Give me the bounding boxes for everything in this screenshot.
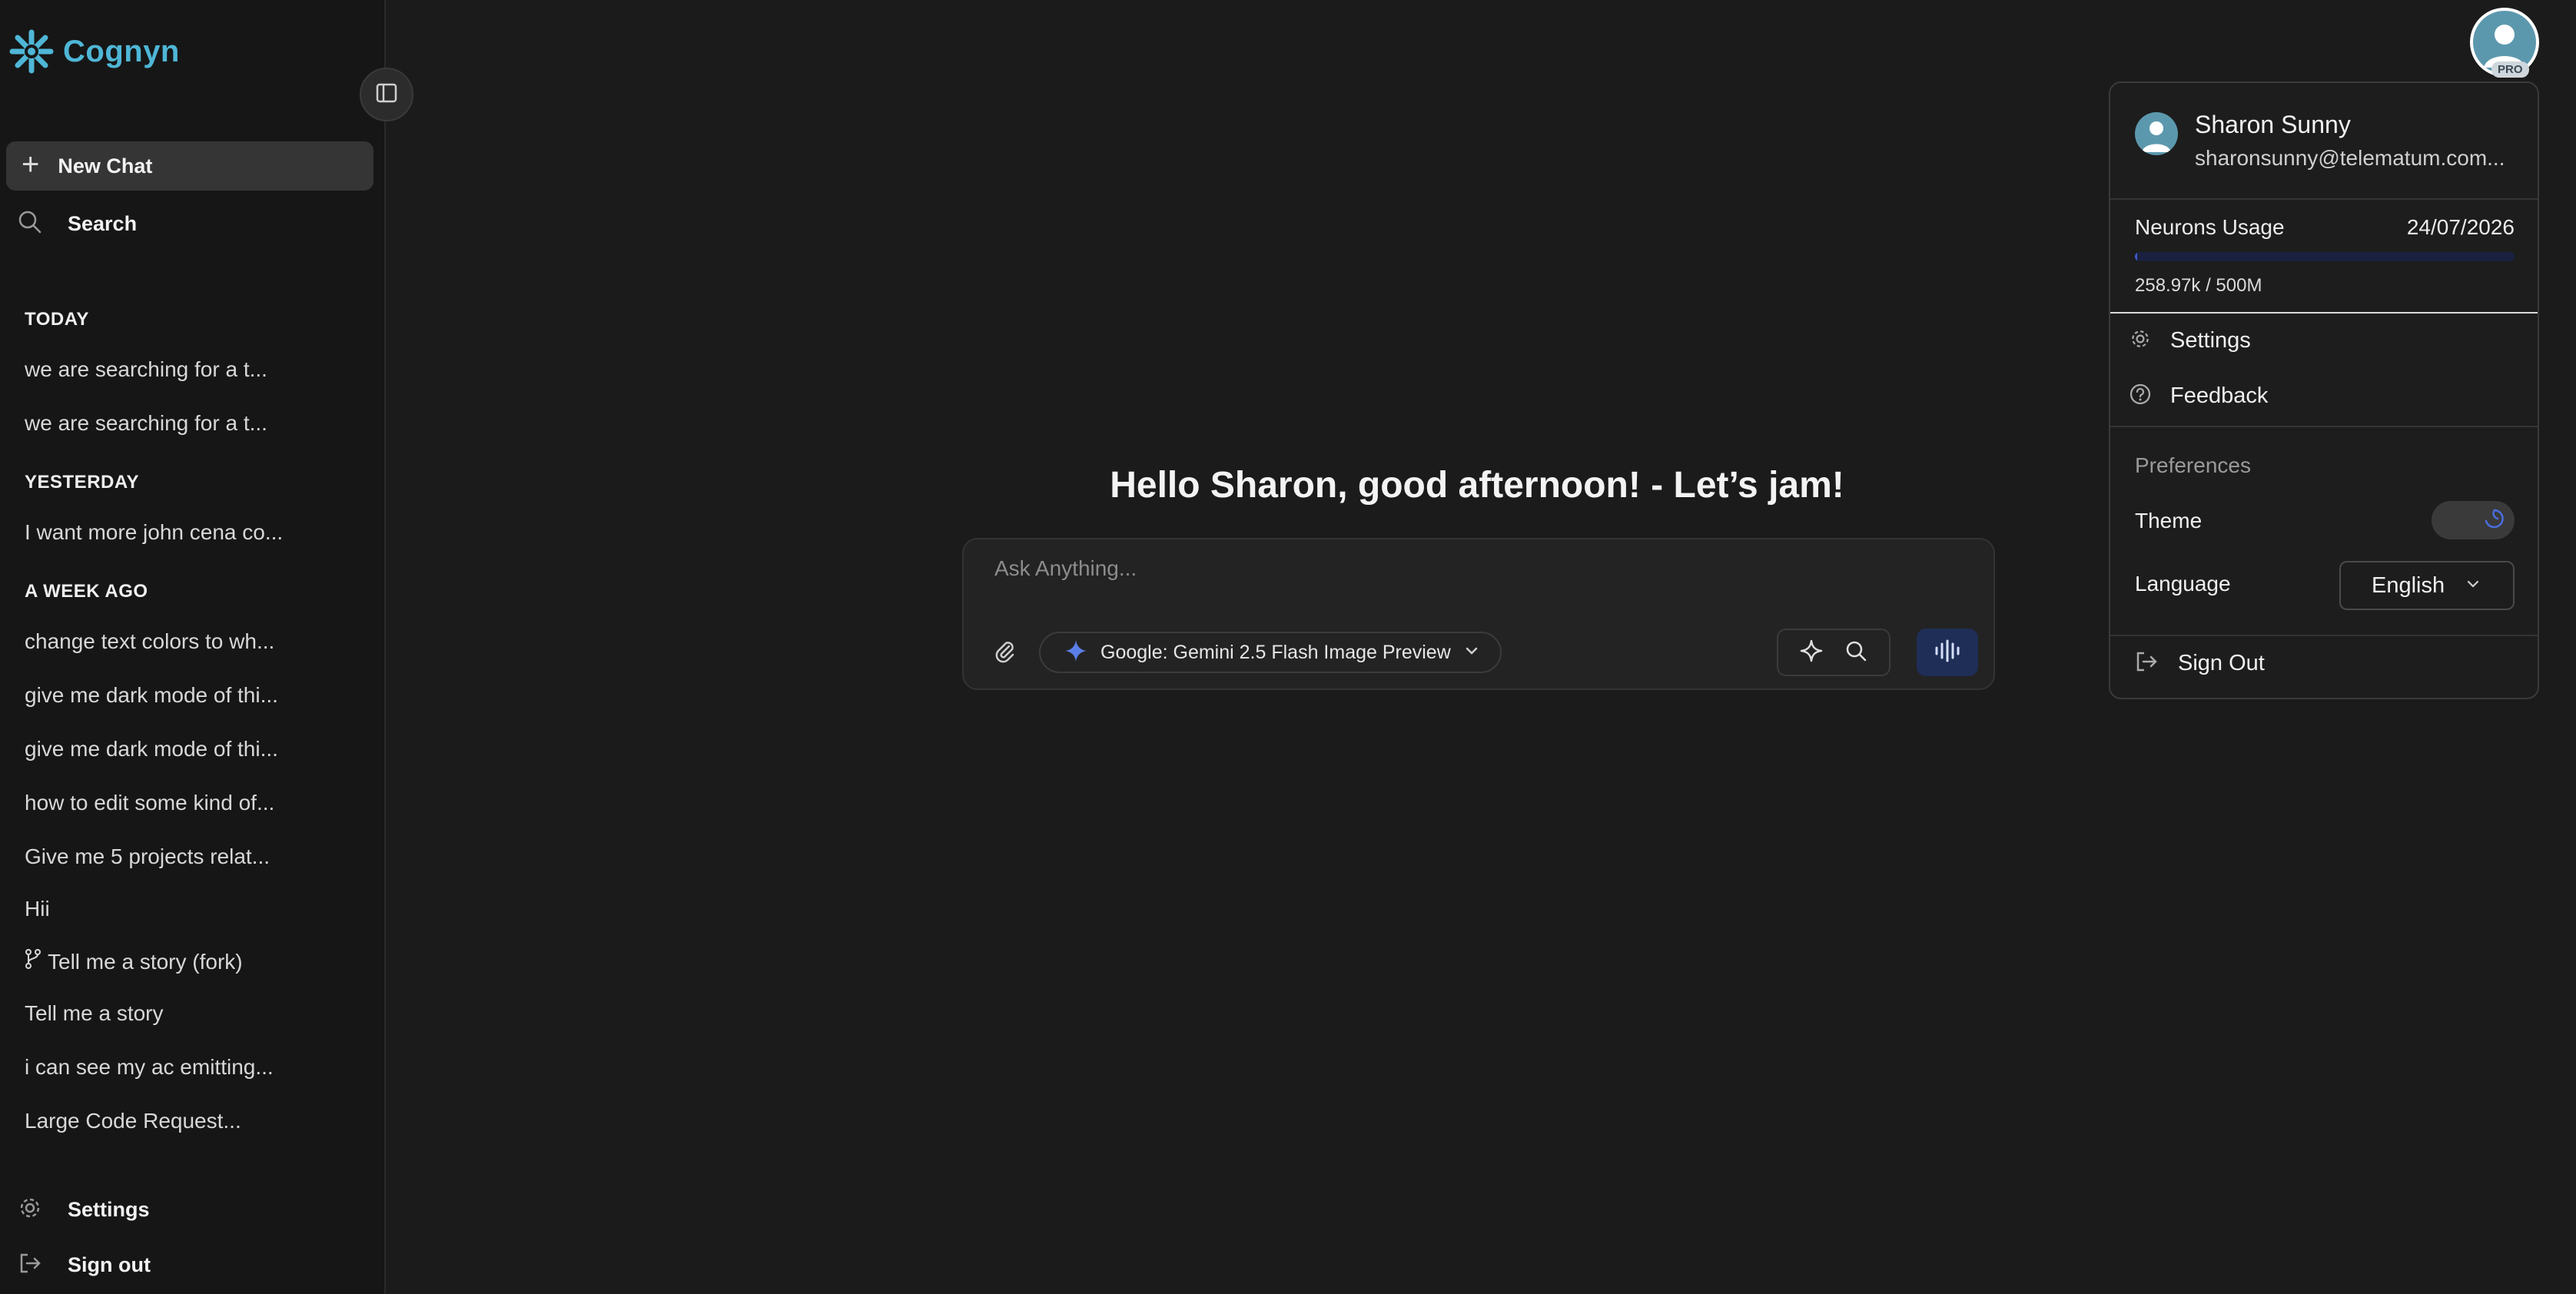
chat-item[interactable]: Large Code Request... (25, 1109, 241, 1133)
usage-value: 258.97k / 500M (2135, 275, 2262, 296)
tool-group (1777, 629, 1891, 676)
help-circle-icon (2129, 383, 2152, 410)
brand[interactable]: Cognyn (8, 28, 180, 75)
greeting-heading: Hello Sharon, good afternoon! - Let’s ja… (1110, 465, 1844, 506)
new-chat-label: New Chat (58, 154, 153, 178)
account-avatar-button[interactable]: PRO (2470, 8, 2539, 78)
chat-item[interactable]: how to edit some kind of... (25, 791, 274, 815)
paperclip-icon[interactable] (991, 638, 1017, 668)
menu-sign-out-label: Sign Out (2178, 651, 2265, 675)
settings-label: Settings (68, 1198, 150, 1221)
model-select-label: Google: Gemini 2.5 Flash Image Preview (1100, 641, 1451, 663)
chat-item[interactable]: i can see my ac emitting... (25, 1055, 274, 1080)
sidebar-panel-icon (375, 81, 398, 108)
chat-item[interactable]: give me dark mode of thi... (25, 737, 278, 761)
composer: Google: Gemini 2.5 Flash Image Preview (962, 538, 1995, 690)
brand-name: Cognyn (63, 34, 180, 68)
menu-settings-button[interactable]: Settings (2129, 327, 2251, 354)
language-label: Language (2135, 572, 2231, 596)
sidebar: Cognyn + New Chat Search TODAY we are se… (0, 0, 386, 1294)
chat-item[interactable]: Give me 5 projects relat... (25, 844, 270, 869)
moon-icon (2481, 506, 2507, 536)
preferences-heading: Preferences (2135, 453, 2251, 477)
user-name: Sharon Sunny (2195, 111, 2351, 138)
search-label: Search (68, 212, 138, 235)
audio-waveform-icon (1932, 638, 1963, 668)
gear-icon (2129, 327, 2152, 354)
chat-item[interactable]: Hii (25, 897, 50, 921)
chat-item[interactable]: we are searching for a t... (25, 411, 267, 436)
ask-input[interactable] (994, 556, 1917, 581)
divider (2110, 635, 2538, 636)
section-yesterday: YESTERDAY (25, 472, 139, 493)
user-icon (2142, 121, 2171, 152)
divider (2110, 198, 2538, 200)
plus-icon: + (22, 148, 40, 181)
sparkle-icon[interactable] (1798, 638, 1824, 668)
chevron-down-icon (2465, 576, 2481, 596)
gear-icon (17, 1195, 43, 1225)
theme-label: Theme (2135, 509, 2203, 533)
chat-item[interactable]: we are searching for a t... (25, 357, 267, 382)
chat-item[interactable]: change text colors to wh... (25, 629, 274, 654)
gemini-sparkle-icon (1064, 639, 1088, 667)
sign-out-icon (17, 1250, 43, 1280)
voice-button[interactable] (1917, 629, 1978, 676)
language-select[interactable]: English (2339, 561, 2515, 610)
menu-avatar (2135, 112, 2178, 155)
search-button[interactable]: Search (17, 209, 137, 239)
toggle-sidebar-button[interactable] (360, 68, 413, 121)
section-today: TODAY (25, 309, 89, 330)
divider (2110, 312, 2538, 314)
menu-feedback-button[interactable]: Feedback (2129, 383, 2268, 410)
theme-toggle[interactable] (2432, 501, 2515, 539)
web-search-icon[interactable] (1843, 638, 1869, 668)
search-icon (17, 209, 43, 239)
menu-settings-label: Settings (2170, 328, 2251, 353)
usage-date: 24/07/2026 (2406, 215, 2515, 239)
chat-item[interactable]: I want more john cena co... (25, 520, 283, 545)
chevron-down-icon (1463, 642, 1480, 663)
sign-out-label: Sign out (68, 1253, 151, 1276)
usage-progress-fill (2135, 252, 2137, 261)
divider (2110, 426, 2538, 427)
usage-title: Neurons Usage (2135, 215, 2285, 239)
git-fork-icon (25, 949, 41, 974)
sidebar-settings-button[interactable]: Settings (17, 1195, 150, 1225)
sign-out-icon (2133, 649, 2159, 679)
new-chat-button[interactable]: + New Chat (6, 141, 373, 191)
menu-feedback-label: Feedback (2170, 383, 2269, 408)
usage-progress-bar (2135, 252, 2515, 261)
model-select[interactable]: Google: Gemini 2.5 Flash Image Preview (1039, 632, 1502, 673)
user-email: sharonsunny@telematum.com... (2195, 146, 2505, 170)
menu-sign-out-button[interactable]: Sign Out (2133, 649, 2265, 679)
chat-item-forked[interactable]: Tell me a story (fork) (25, 949, 243, 974)
sidebar-sign-out-button[interactable]: Sign out (17, 1250, 151, 1280)
chat-item[interactable]: Tell me a story (25, 1001, 164, 1026)
chat-item[interactable]: give me dark mode of thi... (25, 683, 278, 708)
language-value: English (2372, 572, 2445, 598)
pro-badge: PRO (2491, 61, 2529, 78)
section-week-ago: A WEEK AGO (25, 581, 148, 602)
logo-icon (8, 28, 55, 75)
chat-item-label: Tell me a story (fork) (48, 949, 243, 974)
account-menu: Sharon Sunny sharonsunny@telematum.com..… (2109, 81, 2539, 699)
